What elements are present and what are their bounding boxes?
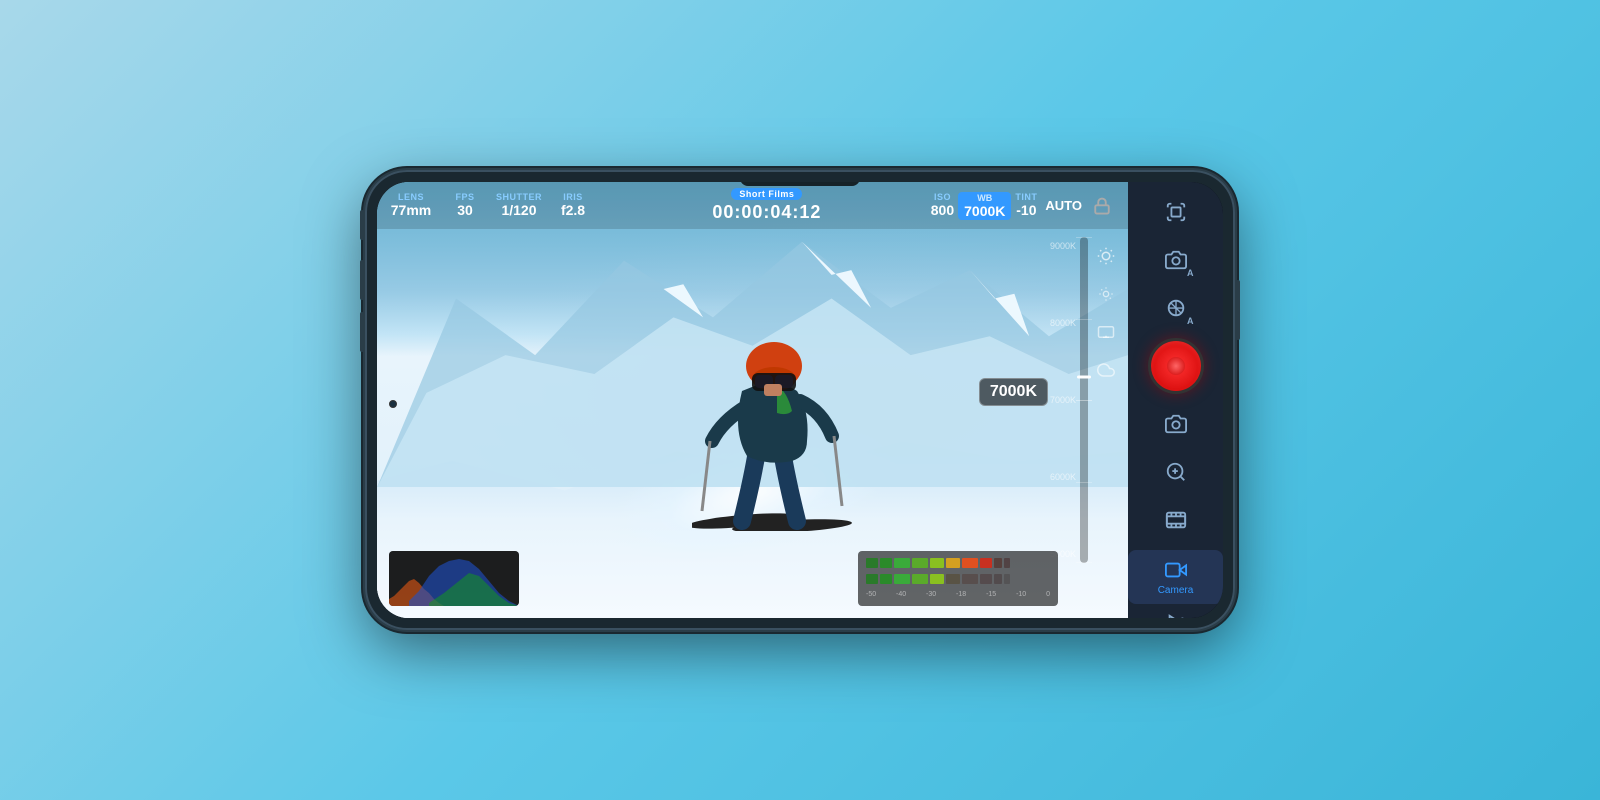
snapshot-button[interactable] (1154, 402, 1198, 446)
hud-timecode-area: Short Films 00:00:04:12 (611, 188, 923, 223)
hud-auto[interactable]: AUTO (1045, 198, 1082, 213)
volume-down-button (360, 312, 364, 352)
hud-lock-icon[interactable] (1088, 192, 1116, 220)
sun-bright-icon[interactable] (1092, 242, 1120, 270)
hud-lens: LENS 77mm (387, 192, 435, 219)
screen-icon[interactable] (1092, 318, 1120, 346)
record-button-container (1128, 330, 1223, 402)
audio-meter-row-1 (866, 557, 1050, 569)
sun-dim-icon[interactable] (1092, 280, 1120, 308)
skier-figure (692, 311, 872, 531)
film-strip-button[interactable] (1154, 498, 1198, 542)
hud-iso: ISO 800 (931, 192, 954, 219)
media-nav-icon (1164, 612, 1188, 618)
histogram-chart (389, 551, 519, 606)
hud-wb[interactable]: WB 7000K (958, 192, 1011, 220)
camera-view[interactable]: LENS 77mm FPS 30 SHUTTER 1/120 IRIS f2.8 (377, 182, 1128, 618)
zoom-in-button[interactable] (1154, 450, 1198, 494)
sidebar-top-icons: A A (1128, 190, 1223, 330)
wb-current-value: 7000K (979, 378, 1048, 406)
record-button[interactable] (1148, 338, 1204, 394)
right-sidebar: A A (1128, 182, 1223, 618)
camera-nav-icon (1164, 558, 1188, 582)
hud-shutter: SHUTTER 1/120 (495, 192, 543, 219)
phone-mockup: LENS 77mm FPS 30 SHUTTER 1/120 IRIS f2.8 (365, 170, 1235, 630)
nav-items: Camera Media (1128, 550, 1223, 618)
camera-right-icons (1092, 242, 1120, 384)
viewfinder-button[interactable] (1154, 190, 1198, 234)
audio-meter-widget: -50 -40 -30 -18 -15 -10 0 (858, 551, 1058, 606)
camera-nav-label: Camera (1158, 585, 1194, 596)
phone-screen: LENS 77mm FPS 30 SHUTTER 1/120 IRIS f2.8 (377, 182, 1223, 618)
side-button (1236, 280, 1240, 340)
hud-tint: TINT -10 (1015, 192, 1037, 219)
record-dot (1167, 357, 1185, 375)
exposure-auto-button[interactable]: A (1154, 286, 1198, 330)
nav-item-camera[interactable]: Camera (1128, 550, 1223, 604)
audio-meter-row-2 (866, 573, 1050, 585)
hud-overlay: LENS 77mm FPS 30 SHUTTER 1/120 IRIS f2.8 (377, 182, 1128, 229)
camera-auto-button[interactable]: A (1154, 238, 1198, 282)
audio-meter-labels: -50 -40 -30 -18 -15 -10 0 (866, 591, 1050, 598)
phone-frame: LENS 77mm FPS 30 SHUTTER 1/120 IRIS f2.8 (365, 170, 1235, 630)
hud-iris: IRIS f2.8 (549, 192, 597, 219)
cloud-icon[interactable] (1092, 356, 1120, 384)
power-button (360, 210, 364, 240)
volume-up-button (360, 260, 364, 300)
sidebar-bottom-icons (1128, 402, 1223, 542)
nav-item-media[interactable]: Media (1128, 604, 1223, 618)
hud-fps: FPS 30 (441, 192, 489, 219)
histogram-widget (389, 551, 519, 606)
